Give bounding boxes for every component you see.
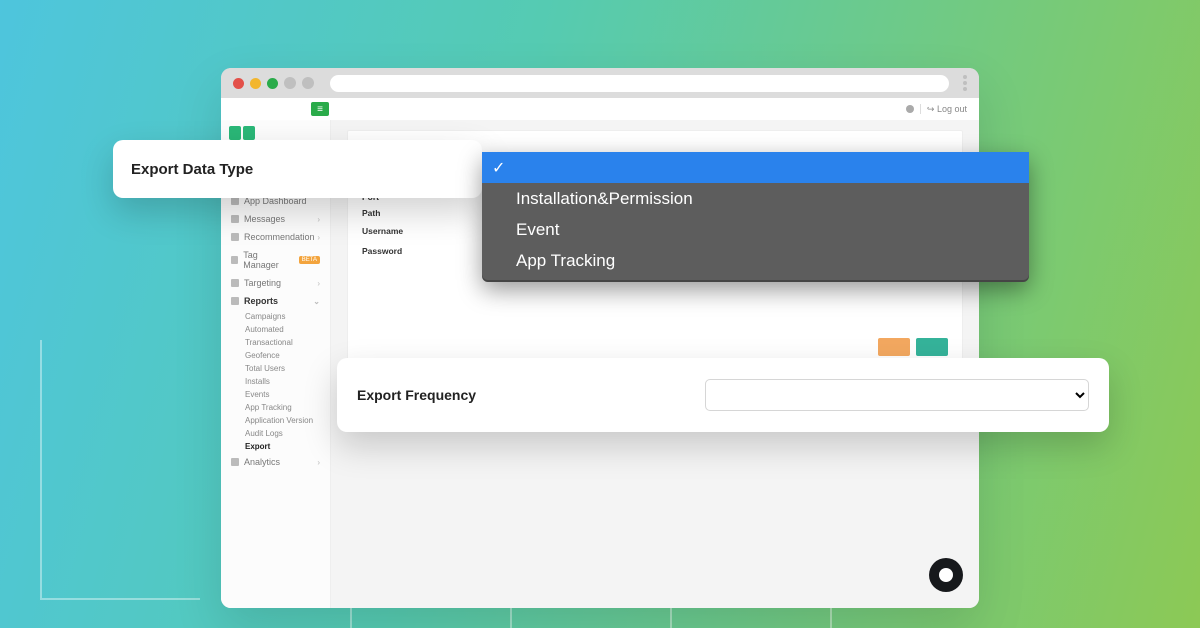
sidebar-item-messages[interactable]: Messages› — [221, 210, 330, 228]
sidebar-sub-export[interactable]: Export — [221, 440, 330, 453]
form-buttons — [362, 338, 948, 356]
sidebar-item-targeting[interactable]: Targeting› — [221, 274, 330, 292]
chevron-down-icon: ⌄ — [313, 297, 320, 306]
chevron-right-icon: › — [317, 279, 320, 288]
sidebar-item-analytics[interactable]: Analytics› — [221, 453, 330, 471]
sidebar-sub-total-users[interactable]: Total Users — [221, 362, 330, 375]
beta-badge: BETA — [299, 256, 320, 264]
chevron-right-icon: › — [317, 233, 320, 242]
export-frequency-callout: Export Frequency — [337, 358, 1109, 432]
sidebar-sub-geofence[interactable]: Geofence — [221, 349, 330, 362]
sidebar-sub-campaigns[interactable]: Campaigns — [221, 310, 330, 323]
window-close-dot[interactable] — [233, 78, 244, 89]
export-data-type-dropdown[interactable]: ✓ Installation&Permission Event App Trac… — [482, 152, 1029, 282]
tab-dot — [284, 77, 296, 89]
chevron-right-icon: › — [317, 458, 320, 467]
bars-icon — [231, 458, 239, 466]
sidebar-sub-installs[interactable]: Installs — [221, 375, 330, 388]
sidebar-item-reports[interactable]: Reports⌄ — [221, 292, 330, 310]
window-max-dot[interactable] — [267, 78, 278, 89]
message-icon — [231, 215, 239, 223]
user-icon[interactable] — [906, 105, 914, 113]
callout-label: Export Data Type — [131, 161, 253, 178]
dropdown-option-installation[interactable]: Installation&Permission — [482, 183, 1029, 214]
crosshair-icon — [231, 279, 239, 287]
export-frequency-select[interactable] — [705, 379, 1089, 411]
sidebar-sub-audit-logs[interactable]: Audit Logs — [221, 427, 330, 440]
chat-widget[interactable] — [929, 558, 963, 592]
browser-chrome — [221, 68, 979, 98]
sidebar-sub-transactional[interactable]: Transactional — [221, 336, 330, 349]
target-icon — [231, 233, 239, 241]
sidebar-sub-automated[interactable]: Automated — [221, 323, 330, 336]
dropdown-option-event[interactable]: Event — [482, 214, 1029, 245]
sidebar-sub-events[interactable]: Events — [221, 388, 330, 401]
divider — [920, 104, 921, 114]
app-topbar: ≡ ↪ Log out — [221, 98, 979, 120]
browser-menu-icon[interactable] — [963, 75, 967, 91]
primary-button[interactable] — [916, 338, 948, 356]
sidebar-item-tag-manager[interactable]: Tag ManagerBETA — [221, 246, 330, 274]
chart-icon — [231, 297, 239, 305]
export-data-type-callout: Export Data Type — [113, 140, 482, 198]
sidebar-item-recommendation[interactable]: Recommendation› — [221, 228, 330, 246]
dropdown-option-blank[interactable]: ✓ — [482, 152, 1029, 183]
gauge-icon — [231, 197, 239, 205]
hamburger-icon[interactable]: ≡ — [311, 102, 329, 116]
dropdown-option-app-tracking[interactable]: App Tracking — [482, 245, 1029, 276]
sidebar-sub-app-version[interactable]: Application Version — [221, 414, 330, 427]
deco-line — [40, 340, 200, 600]
window-min-dot[interactable] — [250, 78, 261, 89]
url-bar[interactable] — [330, 75, 949, 92]
tab-dot — [302, 77, 314, 89]
tag-icon — [231, 256, 238, 264]
chat-icon — [939, 568, 953, 582]
sidebar-sub-app-tracking[interactable]: App Tracking — [221, 401, 330, 414]
secondary-button[interactable] — [878, 338, 910, 356]
check-icon: ✓ — [492, 158, 505, 178]
callout-label: Export Frequency — [357, 387, 476, 403]
chevron-right-icon: › — [317, 215, 320, 224]
logout-link[interactable]: ↪ Log out — [927, 104, 967, 115]
